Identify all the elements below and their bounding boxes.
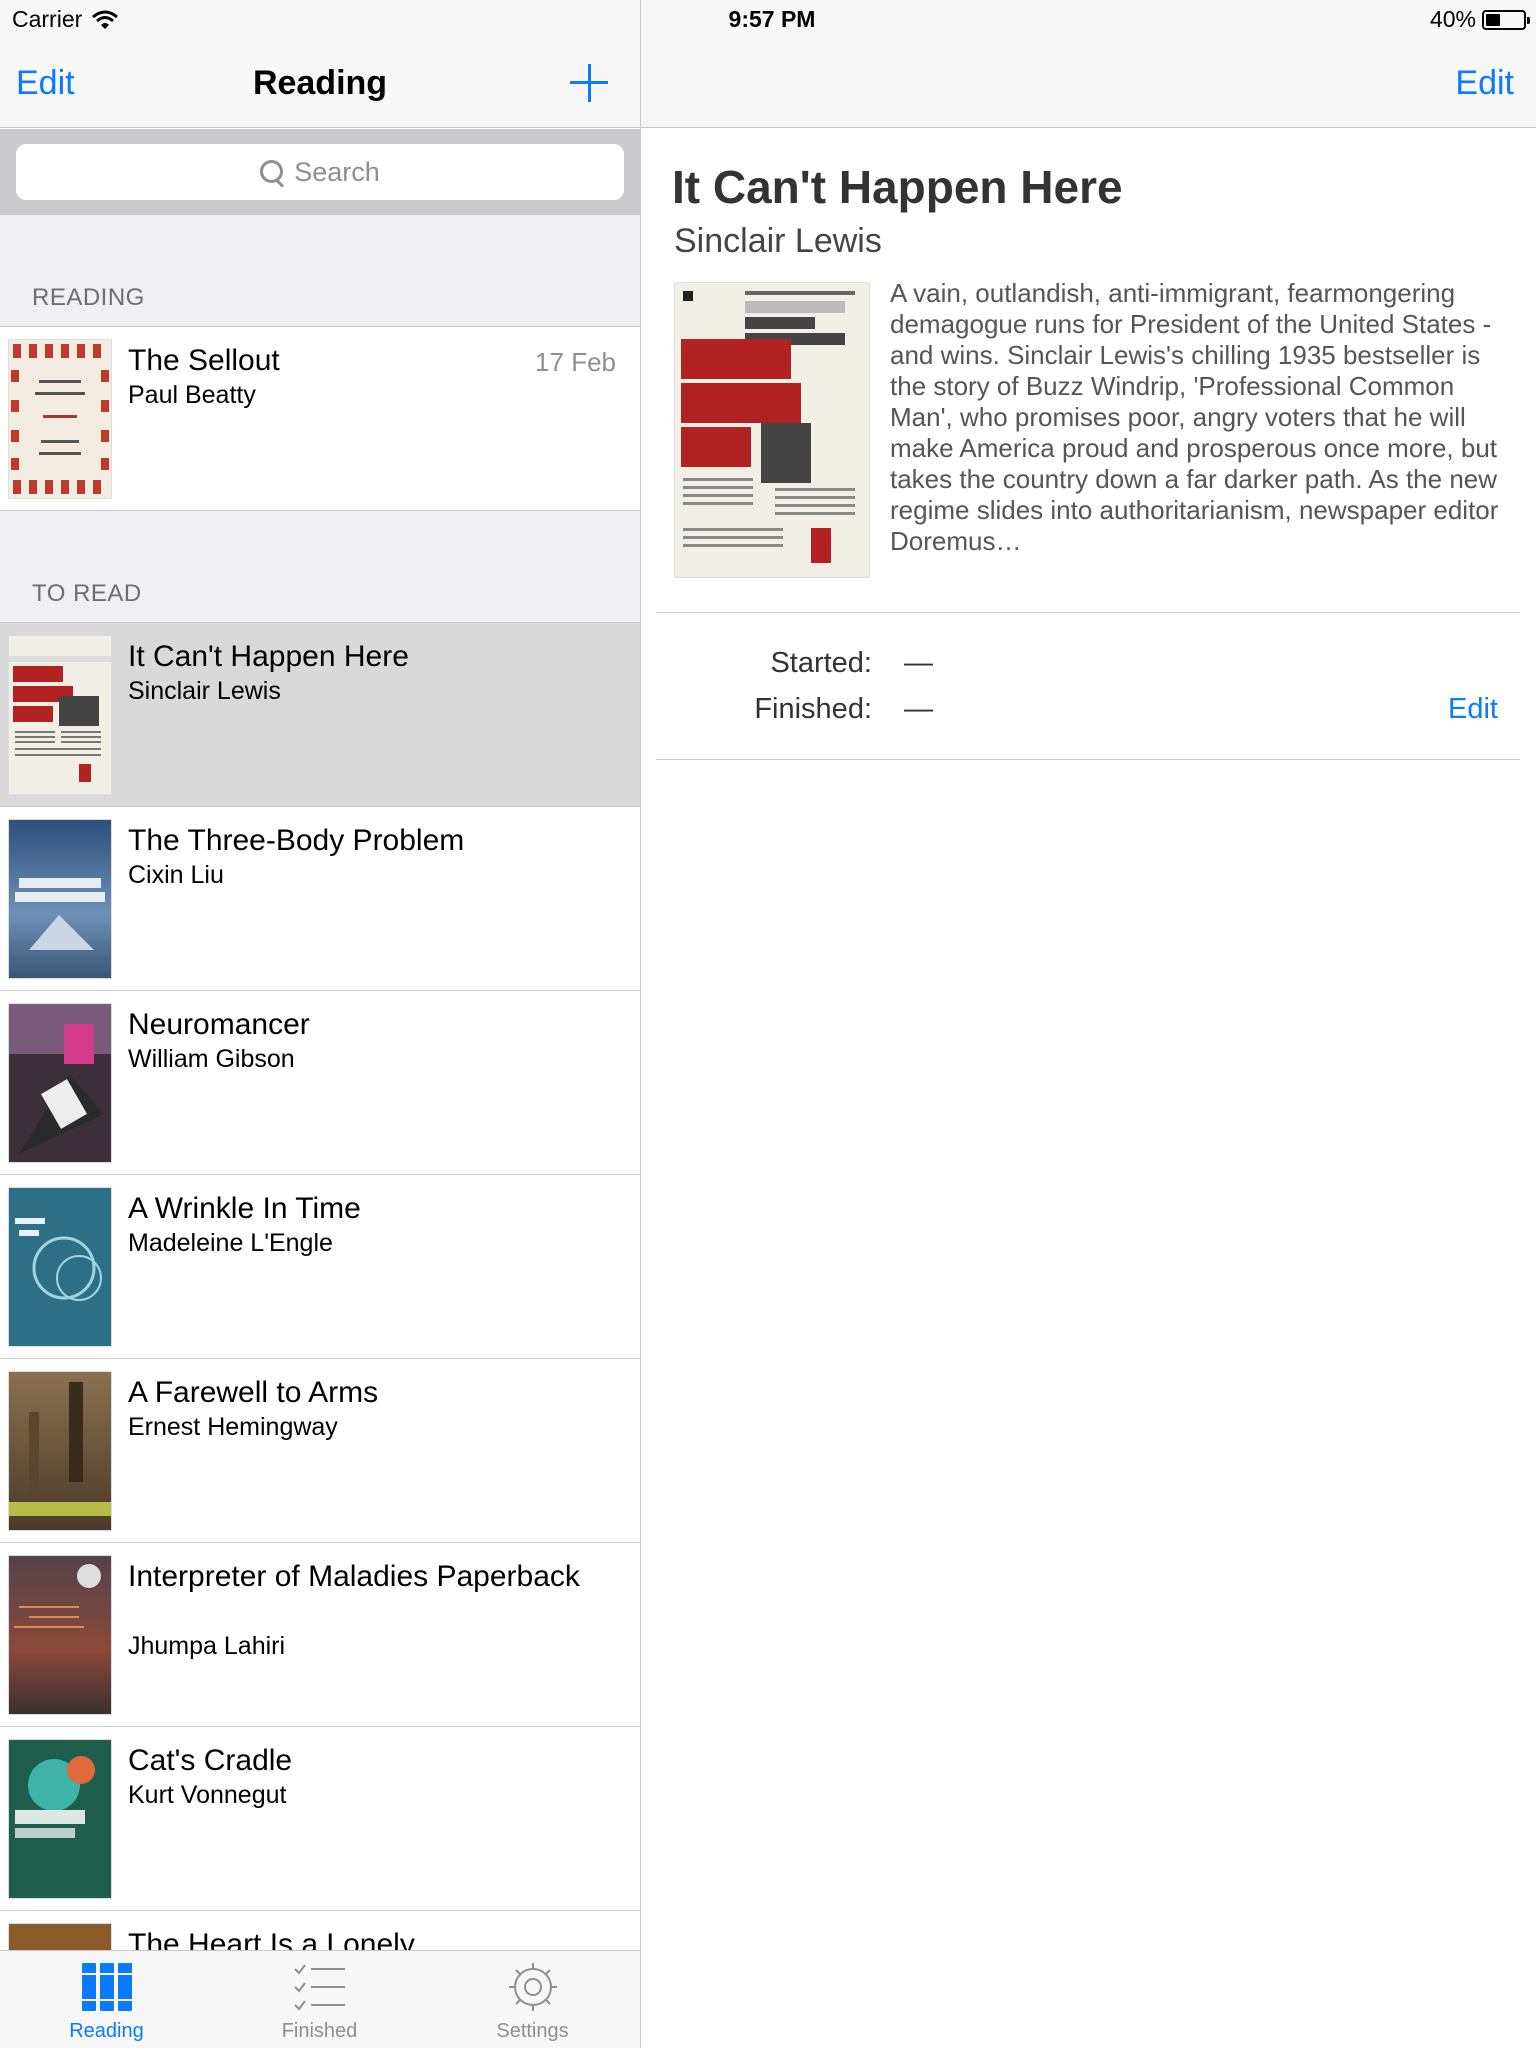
book-title: The Three-Body Problem [128,824,465,857]
book-title: Neuromancer [128,1008,310,1041]
section-header-label: TO READ [32,580,142,607]
list-item[interactable]: Neuromancer William Gibson [0,991,640,1175]
book-cover [8,339,112,499]
list-item[interactable]: The Three-Body Problem Cixin Liu [0,807,640,991]
search-bar: Search [0,129,640,215]
nav-title: Reading [252,64,388,102]
master-pane: Edit Reading Search READING The Sellout … [0,0,640,2048]
tab-bar: Reading Finished Settings [0,1950,640,2048]
book-cover [8,1739,112,1899]
list-item[interactable]: Interpreter of Maladies Paperback Jhumpa… [0,1543,640,1727]
book-cover [8,635,112,795]
tab-reading[interactable]: Reading [0,1951,213,2048]
plus-icon[interactable] [570,64,610,104]
finished-label: Finished: [754,693,872,725]
book-author: Madeleine L'Engle [128,1229,333,1257]
book-author: Cixin Liu [128,861,224,889]
book-title: Cat's Cradle [128,1744,293,1777]
book-author: Kurt Vonnegut [128,1781,287,1809]
finished-value: — [904,693,933,725]
book-title: A Farewell to Arms [128,1376,379,1409]
list-item[interactable]: A Farewell to Arms Ernest Hemingway [0,1359,640,1543]
detail-book-title: It Can't Happen Here [672,161,1123,213]
book-cover [8,1187,112,1347]
section-header-reading: READING [0,215,640,327]
tab-label: Settings [496,2020,569,2042]
tab-settings[interactable]: Settings [426,1951,639,2048]
gear-icon [508,1963,557,2011]
list-item[interactable]: Cat's Cradle Kurt Vonnegut [0,1727,640,1911]
split-divider [640,0,641,2048]
checklist-icon [293,1964,345,2011]
search-input[interactable]: Search [16,144,624,200]
section-header-to-read: TO READ [0,511,640,623]
book-date: 17 Feb [535,347,616,377]
battery-info: 40% [1429,6,1530,33]
search-placeholder: Search [294,156,380,187]
book-cover [8,1371,112,1531]
detail-book-author: Sinclair Lewis [674,222,882,260]
list-item[interactable]: It Can't Happen Here Sinclair Lewis [0,623,640,807]
tab-label: Reading [69,2020,144,2042]
detail-separator [656,612,1520,613]
book-cover [8,1003,112,1163]
book-title: A Wrinkle In Time [128,1192,361,1225]
detail-description: A vain, outlandish, anti-immigrant, fear… [890,278,1499,556]
dates-edit-link[interactable]: Edit [1448,693,1498,726]
book-title: It Can't Happen Here [128,640,409,673]
list-item[interactable]: The Sellout Paul Beatty 17 Feb [0,327,640,511]
book-title: Interpreter of Maladies Paperback [128,1560,580,1593]
tab-finished[interactable]: Finished [213,1951,426,2048]
battery-percent: 40% [1429,6,1476,32]
started-value: — [904,647,933,679]
detail-separator [656,759,1520,760]
status-time: 9:57 PM [728,6,816,32]
status-bar: Carrier 9:57 PM 40% [0,0,1536,40]
book-cover [8,819,112,979]
book-author: Paul Beatty [128,381,256,409]
book-author: Ernest Hemingway [128,1413,338,1441]
book-cover [8,1555,112,1715]
books-icon [81,1963,132,2011]
detail-book-cover [674,282,870,578]
section-header-label: READING [32,284,145,311]
book-author: William Gibson [128,1045,295,1073]
started-label: Started: [770,647,872,679]
list-item[interactable]: A Wrinkle In Time Madeleine L'Engle [0,1175,640,1359]
detail-edit-button[interactable]: Edit [1455,64,1514,103]
battery-icon [1482,9,1530,30]
book-author: Jhumpa Lahiri [128,1632,286,1660]
search-icon [260,160,284,184]
book-author: Sinclair Lewis [128,677,281,705]
tab-label: Finished [281,2020,358,2042]
